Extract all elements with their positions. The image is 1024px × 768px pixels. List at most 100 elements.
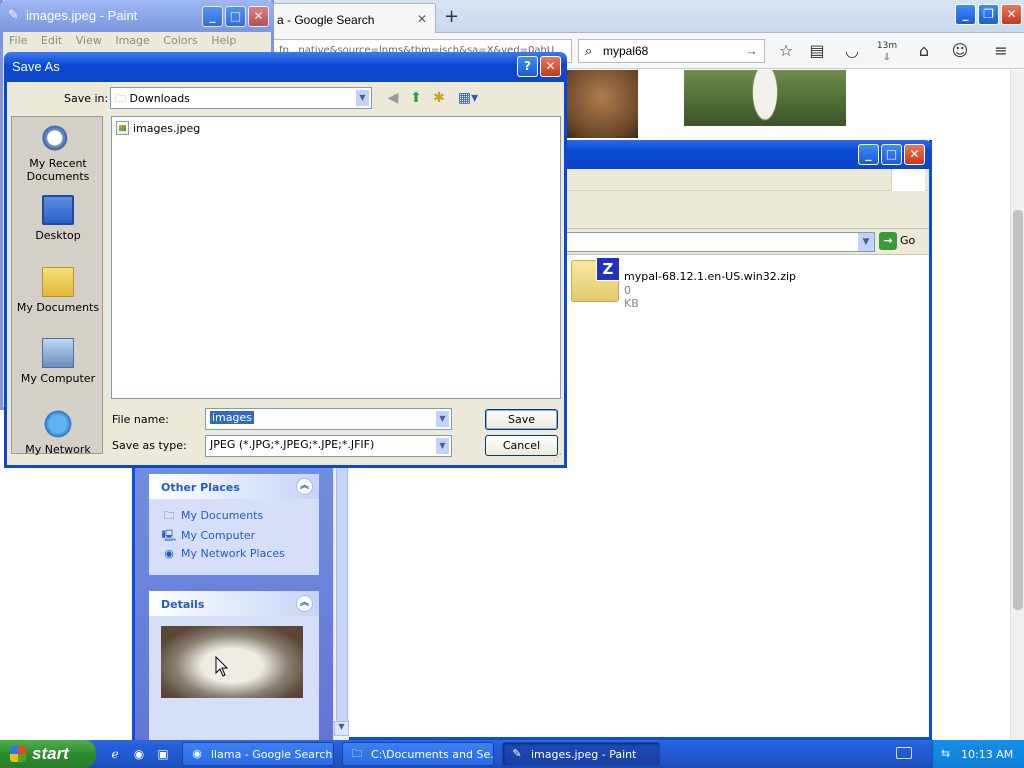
go-label: Go bbox=[900, 234, 916, 247]
file-size: 0 KB bbox=[624, 284, 639, 310]
paint-maximize-button[interactable]: □ bbox=[225, 6, 246, 27]
windows-logo-icon bbox=[891, 169, 925, 191]
save-as-dialog: Save As ? ✕ Save in: 🗀 Downloads ▼ ◀ ⬆ ✱… bbox=[4, 52, 567, 468]
browser-tab[interactable]: a - Google Search ✕ bbox=[268, 3, 436, 33]
task-button-explorer[interactable]: 🗀 C:\Documents and Se... bbox=[342, 742, 494, 766]
place-link-label: My Computer bbox=[181, 529, 256, 542]
llama-thumbnail-image[interactable] bbox=[566, 70, 638, 138]
chevron-down-icon[interactable]: ▼ bbox=[435, 410, 450, 428]
bookmark-star-icon[interactable]: ☆ bbox=[775, 40, 797, 62]
taskbar: start ℯ ◉ ▣ ◉ llama - Google Search... 🗀… bbox=[0, 740, 1024, 768]
home-icon[interactable]: ⌂ bbox=[913, 40, 935, 62]
paint-icon: ✎ bbox=[8, 8, 19, 23]
place-my-computer[interactable]: My Computer bbox=[12, 338, 104, 385]
task-label: C:\Documents and Se... bbox=[371, 748, 494, 761]
start-button[interactable]: start bbox=[0, 740, 96, 768]
collapse-icon[interactable]: ︽ bbox=[296, 595, 313, 612]
new-tab-icon[interactable]: + bbox=[444, 6, 459, 27]
browser-close-button[interactable]: ✕ bbox=[1001, 4, 1022, 25]
place-link-my-computer[interactable]: 🖳 My Computer bbox=[161, 527, 307, 547]
details-header[interactable]: Details ︽ bbox=[149, 591, 319, 616]
chevron-down-icon[interactable]: ▼ bbox=[857, 233, 874, 251]
menu-view[interactable]: View bbox=[76, 34, 102, 47]
save-button[interactable]: Save bbox=[485, 409, 558, 430]
search-bar[interactable]: ⌕ mypal68 → bbox=[578, 39, 765, 63]
place-my-recent-documents[interactable]: My Recent Documents bbox=[12, 123, 104, 183]
chevron-down-icon[interactable]: ▼ bbox=[435, 437, 450, 455]
ie-quicklaunch-icon[interactable]: ℯ bbox=[106, 745, 124, 763]
save-in-label: Save in: bbox=[64, 92, 109, 105]
task-label: images.jpeg - Paint bbox=[531, 748, 637, 761]
file-list[interactable]: images.jpeg bbox=[111, 116, 561, 399]
folder-icon: 🗀 bbox=[115, 92, 126, 105]
place-link-label: My Documents bbox=[181, 509, 264, 522]
place-desktop[interactable]: Desktop bbox=[12, 195, 104, 242]
paint-minimize-button[interactable]: _ bbox=[202, 6, 223, 27]
dialog-close-button[interactable]: ✕ bbox=[540, 56, 561, 77]
place-my-network[interactable]: My Network bbox=[12, 409, 104, 456]
back-icon[interactable]: ◀ bbox=[383, 88, 403, 108]
firefox-quicklaunch-icon[interactable]: ◉ bbox=[130, 745, 148, 763]
network-tray-icon[interactable]: ⇆ bbox=[941, 747, 950, 760]
scrollbar-thumb[interactable] bbox=[1013, 210, 1023, 610]
browser-maximize-button[interactable]: ❐ bbox=[978, 4, 999, 25]
file-name-label: File name: bbox=[112, 413, 169, 426]
collapse-icon[interactable]: ︽ bbox=[296, 478, 313, 495]
feedback-icon[interactable]: ☺ bbox=[949, 40, 971, 62]
place-label: My Documents bbox=[16, 301, 100, 314]
my-network-icon bbox=[42, 409, 74, 439]
save-as-type-label: Save as type: bbox=[112, 439, 187, 452]
menu-help[interactable]: Help bbox=[211, 34, 236, 47]
explorer-maximize-button[interactable]: □ bbox=[881, 144, 902, 165]
folder-icon: 🗀 bbox=[351, 747, 363, 760]
clock[interactable]: 10:13 AM bbox=[961, 748, 1013, 761]
paint-close-button[interactable]: ✕ bbox=[248, 6, 269, 27]
place-my-documents[interactable]: My Documents bbox=[12, 267, 104, 314]
paint-titlebar[interactable]: ✎ images.jpeg - Paint _ □ ✕ bbox=[0, 0, 274, 32]
task-button-browser[interactable]: ◉ llama - Google Search... bbox=[182, 742, 334, 766]
help-button[interactable]: ? bbox=[517, 56, 538, 77]
search-value: mypal68 bbox=[603, 44, 649, 58]
close-tab-icon[interactable]: ✕ bbox=[417, 12, 427, 26]
menu-icon[interactable]: ≡ bbox=[990, 40, 1012, 62]
new-folder-icon[interactable]: ✱ bbox=[429, 88, 449, 108]
save-in-dropdown[interactable]: 🗀 Downloads ▼ bbox=[110, 87, 372, 109]
firefox-icon: ◉ bbox=[192, 747, 202, 760]
resize-grip-icon[interactable]: ⋰ bbox=[553, 453, 562, 463]
task-button-paint[interactable]: ✎ images.jpeg - Paint bbox=[502, 742, 660, 766]
browser-minimize-button[interactable]: _ bbox=[955, 4, 976, 25]
dialog-titlebar[interactable]: Save As ? ✕ bbox=[4, 52, 567, 82]
file-name-value: images bbox=[210, 411, 254, 424]
menu-image[interactable]: Image bbox=[115, 34, 149, 47]
file-item-images-jpeg[interactable]: images.jpeg bbox=[116, 121, 200, 135]
file-name-input[interactable]: images ▼ bbox=[205, 408, 452, 430]
recent-documents-icon bbox=[42, 123, 74, 153]
go-button[interactable]: → Go bbox=[879, 232, 915, 250]
media-quicklaunch-icon[interactable]: ▣ bbox=[154, 745, 172, 763]
place-link-my-documents[interactable]: 🗀 My Documents bbox=[161, 507, 307, 527]
mouse-cursor-icon bbox=[215, 656, 229, 677]
views-menu-icon[interactable]: ▦▾ bbox=[455, 88, 481, 108]
explorer-close-button[interactable]: ✕ bbox=[904, 144, 925, 165]
pocket-icon[interactable]: ◡ bbox=[841, 40, 863, 62]
cancel-button[interactable]: Cancel bbox=[485, 435, 558, 456]
up-folder-icon[interactable]: ⬆ bbox=[406, 88, 426, 108]
menu-edit[interactable]: Edit bbox=[41, 34, 62, 47]
chevron-down-icon[interactable]: ▼ bbox=[355, 89, 370, 107]
save-as-type-dropdown[interactable]: JPEG (*.JPG;*.JPEG;*.JPE;*.JFIF) ▼ bbox=[205, 435, 452, 457]
llama-thumbnail-image-2[interactable] bbox=[684, 70, 846, 126]
scroll-down-icon[interactable]: ▼ bbox=[334, 721, 349, 736]
browser-scrollbar[interactable] bbox=[1010, 70, 1024, 740]
details-panel: Details ︽ bbox=[149, 591, 319, 741]
other-places-header[interactable]: Other Places ︽ bbox=[149, 474, 319, 499]
reading-list-icon[interactable]: ▤ bbox=[806, 40, 828, 62]
menu-colors[interactable]: Colors bbox=[163, 34, 197, 47]
keyboard-layout-icon[interactable] bbox=[896, 747, 912, 759]
downloads-icon[interactable]: 13m ⇩ bbox=[876, 40, 898, 63]
task-label: llama - Google Search... bbox=[211, 748, 334, 761]
place-link-my-network-places[interactable]: ◉ My Network Places bbox=[161, 547, 307, 567]
search-go-icon[interactable]: → bbox=[745, 43, 758, 58]
explorer-minimize-button[interactable]: _ bbox=[858, 144, 879, 165]
menu-file[interactable]: File bbox=[9, 34, 27, 47]
save-in-value: Downloads bbox=[129, 92, 190, 105]
